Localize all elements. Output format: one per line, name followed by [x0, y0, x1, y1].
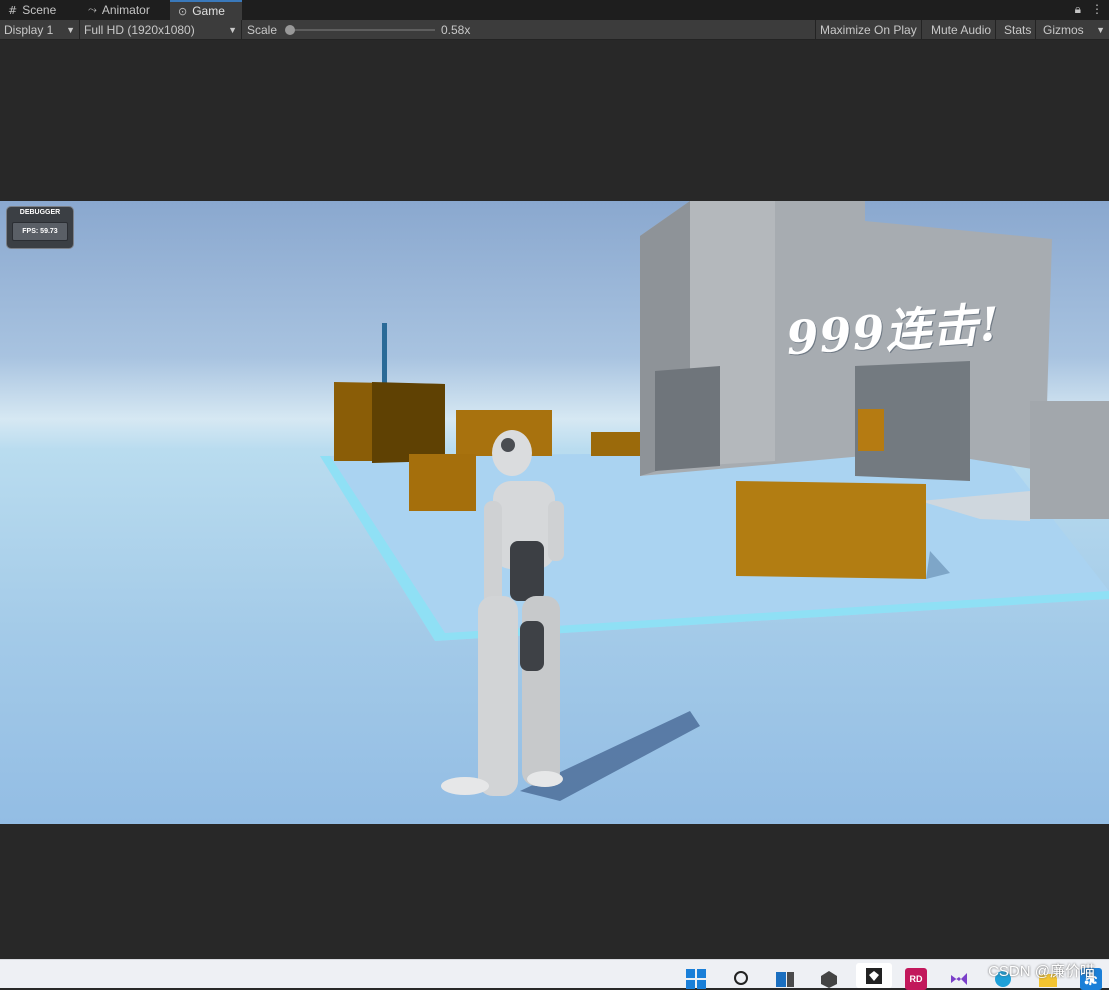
unity-editor-icon[interactable] — [856, 963, 892, 988]
scale-slider-thumb[interactable] — [285, 25, 295, 35]
os-taskbar: RD ⛹︎ CSDN @廉价喵 — [0, 959, 1109, 990]
crate-1-shade — [372, 382, 445, 463]
tab-scene-label: Scene — [22, 3, 57, 17]
csdn-watermark: CSDN @廉价喵 — [988, 963, 1095, 980]
animator-icon: ⤳ — [88, 3, 97, 16]
game-viewport[interactable]: DEBUGGER FPS: 59.73 999连击! — [0, 201, 1109, 824]
crate-inside-doorway — [858, 409, 884, 451]
tab-game[interactable]: ⊙ Game — [170, 0, 242, 20]
stats-button[interactable]: Stats — [1000, 20, 1037, 39]
scale-label: Scale — [247, 22, 278, 37]
maximize-on-play-button[interactable]: Maximize On Play — [815, 20, 922, 39]
debugger-panel: DEBUGGER FPS: 59.73 — [6, 206, 74, 249]
editor-tab-bar: # Scene ⤳ Animator ⊙ Game 🔒︎ ⋮ — [0, 0, 1109, 21]
crate-5 — [736, 481, 926, 579]
tab-animator-label: Animator — [101, 3, 150, 17]
chevron-down-icon: ▼ — [1096, 24, 1105, 35]
game-view-toolbar: Display 1 ▼ Full HD (1920x1080) ▼ Scale … — [0, 20, 1109, 40]
tab-animator[interactable]: ⤳ Animator — [80, 0, 170, 20]
mute-audio-button[interactable]: Mute Audio — [927, 20, 997, 39]
side-wall — [1030, 401, 1109, 519]
gamepad-icon: ⊙ — [178, 4, 188, 18]
debugger-title: DEBUGGER — [19, 209, 61, 216]
building-doorway-left — [655, 366, 720, 471]
crate-3 — [591, 432, 640, 456]
lock-icon[interactable]: 🔒︎ — [1075, 2, 1081, 17]
kebab-menu-icon[interactable]: ⋮ — [1091, 2, 1103, 17]
pole — [382, 323, 387, 383]
grid-icon: # — [8, 3, 18, 17]
display-dropdown[interactable]: Display 1 ▼ — [0, 20, 80, 39]
chevron-down-icon: ▼ — [228, 24, 237, 35]
chevron-down-icon: ▼ — [66, 24, 75, 35]
gizmos-label: Gizmos — [1043, 22, 1084, 37]
resolution-dropdown[interactable]: Full HD (1920x1080) ▼ — [80, 20, 242, 39]
tab-bar-controls: 🔒︎ ⋮ — [1075, 2, 1103, 17]
tab-scene[interactable]: # Scene — [0, 0, 82, 20]
crate-4 — [409, 454, 476, 511]
scale-value: 0.58x — [441, 22, 471, 37]
gizmos-dropdown[interactable]: Gizmos ▼ — [1039, 20, 1109, 39]
display-label: Display 1 — [4, 22, 54, 37]
scale-slider-track[interactable] — [289, 29, 435, 31]
resolution-label: Full HD (1920x1080) — [84, 22, 195, 37]
tab-game-label: Game — [192, 4, 225, 18]
fps-readout: FPS: 59.73 — [12, 222, 68, 241]
letterbox-bottom — [0, 824, 1109, 959]
